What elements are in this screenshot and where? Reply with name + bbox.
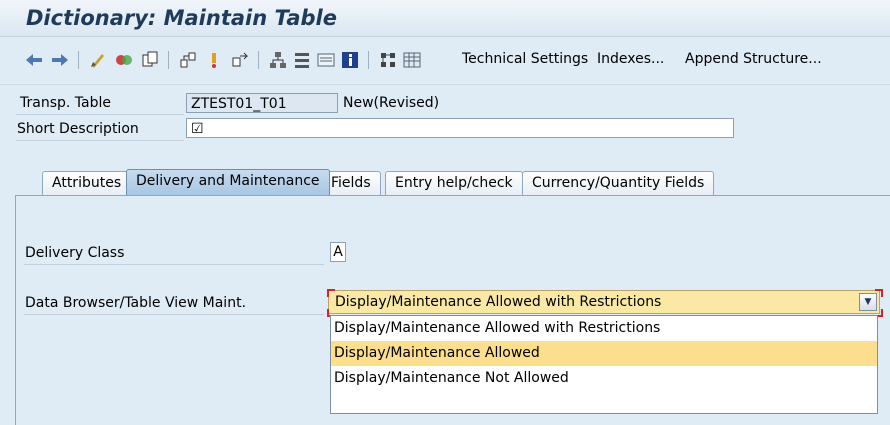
forward-arrow-icon[interactable]	[50, 50, 70, 70]
tabstrip: Attributes Delivery and Maintenance Fiel…	[0, 165, 890, 195]
title-bar: Dictionary: Maintain Table	[0, 0, 890, 37]
window-title: Dictionary: Maintain Table	[26, 6, 337, 30]
delivery-class-label: Delivery Class	[25, 245, 125, 261]
copy-icon[interactable]	[140, 50, 160, 70]
focus-corner	[327, 289, 335, 297]
activate-icon[interactable]	[114, 50, 134, 70]
where-used-icon[interactable]	[178, 50, 198, 70]
data-browser-label: Data Browser/Table View Maint.	[25, 295, 247, 311]
append-structure-button[interactable]: Append Structure...	[685, 51, 822, 67]
hierarchy-icon[interactable]	[268, 50, 288, 70]
tab-fields[interactable]: Fields	[321, 171, 381, 195]
edit-pencil-icon[interactable]	[88, 50, 108, 70]
navigate-icon[interactable]	[230, 50, 250, 70]
list-icon[interactable]	[292, 50, 312, 70]
label-divider	[16, 114, 184, 115]
graph-icon[interactable]	[378, 50, 398, 70]
short-description-label: Short Description	[17, 121, 139, 137]
dropdown-option[interactable]: Display/Maintenance Allowed	[331, 341, 877, 366]
transp-table-field: ZTEST01_T01	[186, 93, 338, 113]
focus-corner	[875, 289, 883, 297]
dropdown-option[interactable]: Display/Maintenance Allowed with Restric…	[331, 316, 877, 341]
display-icon[interactable]	[316, 50, 336, 70]
toolbar-separator	[168, 51, 169, 69]
indexes-button[interactable]: Indexes...	[597, 51, 664, 67]
table-icon[interactable]	[402, 50, 422, 70]
toolbar-separator	[258, 51, 259, 69]
toolbar-separator	[368, 51, 369, 69]
label-divider	[24, 314, 324, 315]
back-arrow-icon[interactable]	[24, 50, 44, 70]
combobox-value: Display/Maintenance Allowed with Restric…	[335, 294, 662, 310]
status-text: New(Revised)	[343, 95, 440, 111]
short-description-field[interactable]: ☑	[186, 118, 734, 138]
data-browser-combobox[interactable]: Display/Maintenance Allowed with Restric…	[328, 290, 880, 314]
tab-currency-quantity-fields[interactable]: Currency/Quantity Fields	[522, 171, 715, 195]
tab-delivery-maintenance[interactable]: Delivery and Maintenance	[126, 169, 330, 195]
label-divider	[16, 140, 184, 141]
toolbar: Technical Settings Indexes... Append Str…	[0, 37, 890, 85]
tab-entry-help-check[interactable]: Entry help/check	[385, 171, 523, 195]
pin-icon[interactable]	[204, 50, 224, 70]
technical-settings-button[interactable]: Technical Settings	[462, 51, 588, 67]
dropdown-option[interactable]: Display/Maintenance Not Allowed	[331, 366, 877, 391]
label-divider	[24, 264, 324, 265]
tab-attributes[interactable]: Attributes	[42, 171, 132, 195]
info-icon[interactable]	[340, 50, 360, 70]
dropdown-list: Display/Maintenance Allowed with Restric…	[330, 315, 878, 414]
transp-table-label: Transp. Table	[20, 95, 111, 111]
toolbar-separator	[78, 51, 79, 69]
delivery-class-field[interactable]: A	[330, 242, 346, 262]
